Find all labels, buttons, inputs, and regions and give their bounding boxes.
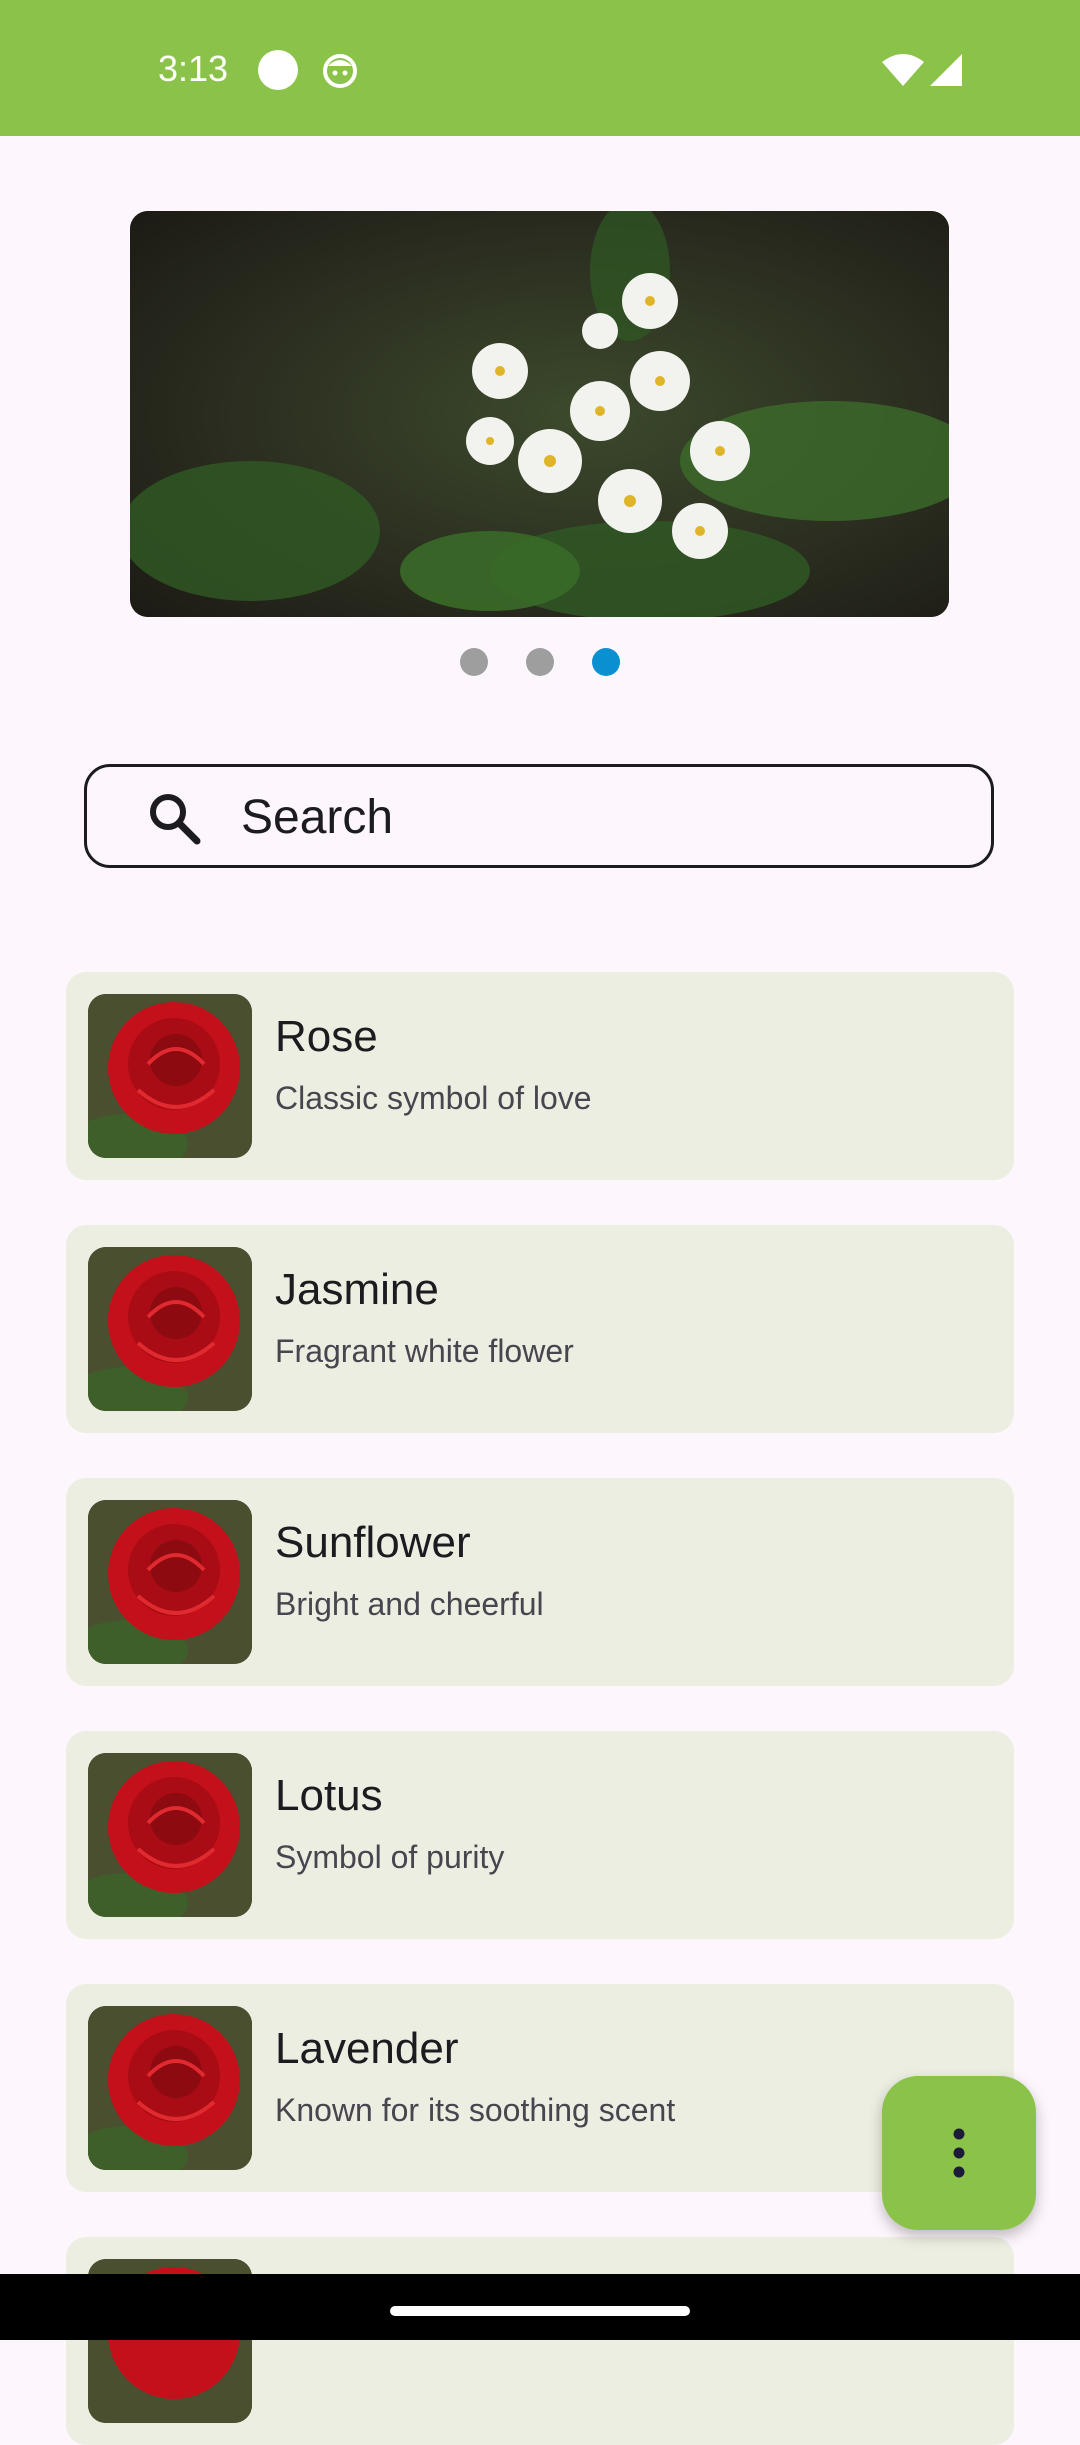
pager-dot-2[interactable] xyxy=(526,648,554,676)
status-time: 3:13 xyxy=(158,48,229,89)
wifi-icon xyxy=(882,54,924,86)
white-flowers-image xyxy=(130,211,949,617)
status-bar: 3:13 xyxy=(0,0,1080,136)
rose-image xyxy=(88,2006,252,2170)
rose-image xyxy=(88,1500,252,1664)
flower-name: Jasmine xyxy=(275,1265,439,1314)
more-options-button[interactable] xyxy=(882,2076,1036,2230)
flower-card[interactable]: Rose Classic symbol of love xyxy=(66,972,1014,1180)
flower-name: Sunflower xyxy=(275,1518,471,1567)
home-gesture-handle[interactable] xyxy=(390,2306,690,2316)
rose-thumbnail xyxy=(88,1500,252,1664)
flower-name: Lavender xyxy=(275,2024,459,2073)
rose-thumbnail xyxy=(88,994,252,1158)
carousel-image[interactable] xyxy=(130,211,949,617)
flower-description: Fragrant white flower xyxy=(275,1333,574,1369)
flower-card[interactable]: Lotus Symbol of purity xyxy=(66,1731,1014,1939)
rose-thumbnail xyxy=(88,1247,252,1411)
flower-card[interactable]: Sunflower Bright and cheerful xyxy=(66,1478,1014,1686)
flower-description: Symbol of purity xyxy=(275,1839,505,1875)
circle-icon xyxy=(258,50,298,90)
flower-card[interactable]: Jasmine Fragrant white flower xyxy=(66,1225,1014,1433)
rose-image xyxy=(88,1753,252,1917)
flower-card[interactable]: Lavender Known for its soothing scent xyxy=(66,1984,1014,2192)
more-vert-icon xyxy=(953,2128,965,2178)
rose-thumbnail xyxy=(88,2006,252,2170)
pager-dot-1[interactable] xyxy=(460,648,488,676)
search-box[interactable] xyxy=(84,764,994,868)
flower-name: Lotus xyxy=(275,1771,383,1820)
rose-image xyxy=(88,1247,252,1411)
search-input[interactable] xyxy=(239,767,943,867)
search-icon xyxy=(150,794,201,845)
face-icon xyxy=(323,54,357,88)
signal-icon xyxy=(930,54,962,86)
flower-card-partial[interactable] xyxy=(66,2237,1014,2445)
rose-image xyxy=(88,994,252,1158)
flower-description: Known for its soothing scent xyxy=(275,2092,676,2128)
flower-description: Classic symbol of love xyxy=(275,1080,592,1116)
rose-thumbnail xyxy=(88,1753,252,1917)
system-nav-bar xyxy=(0,2274,1080,2340)
pager-dot-3[interactable] xyxy=(592,648,620,676)
flower-name: Rose xyxy=(275,1012,378,1061)
carousel-pager xyxy=(0,648,1080,676)
flower-description: Bright and cheerful xyxy=(275,1586,544,1622)
